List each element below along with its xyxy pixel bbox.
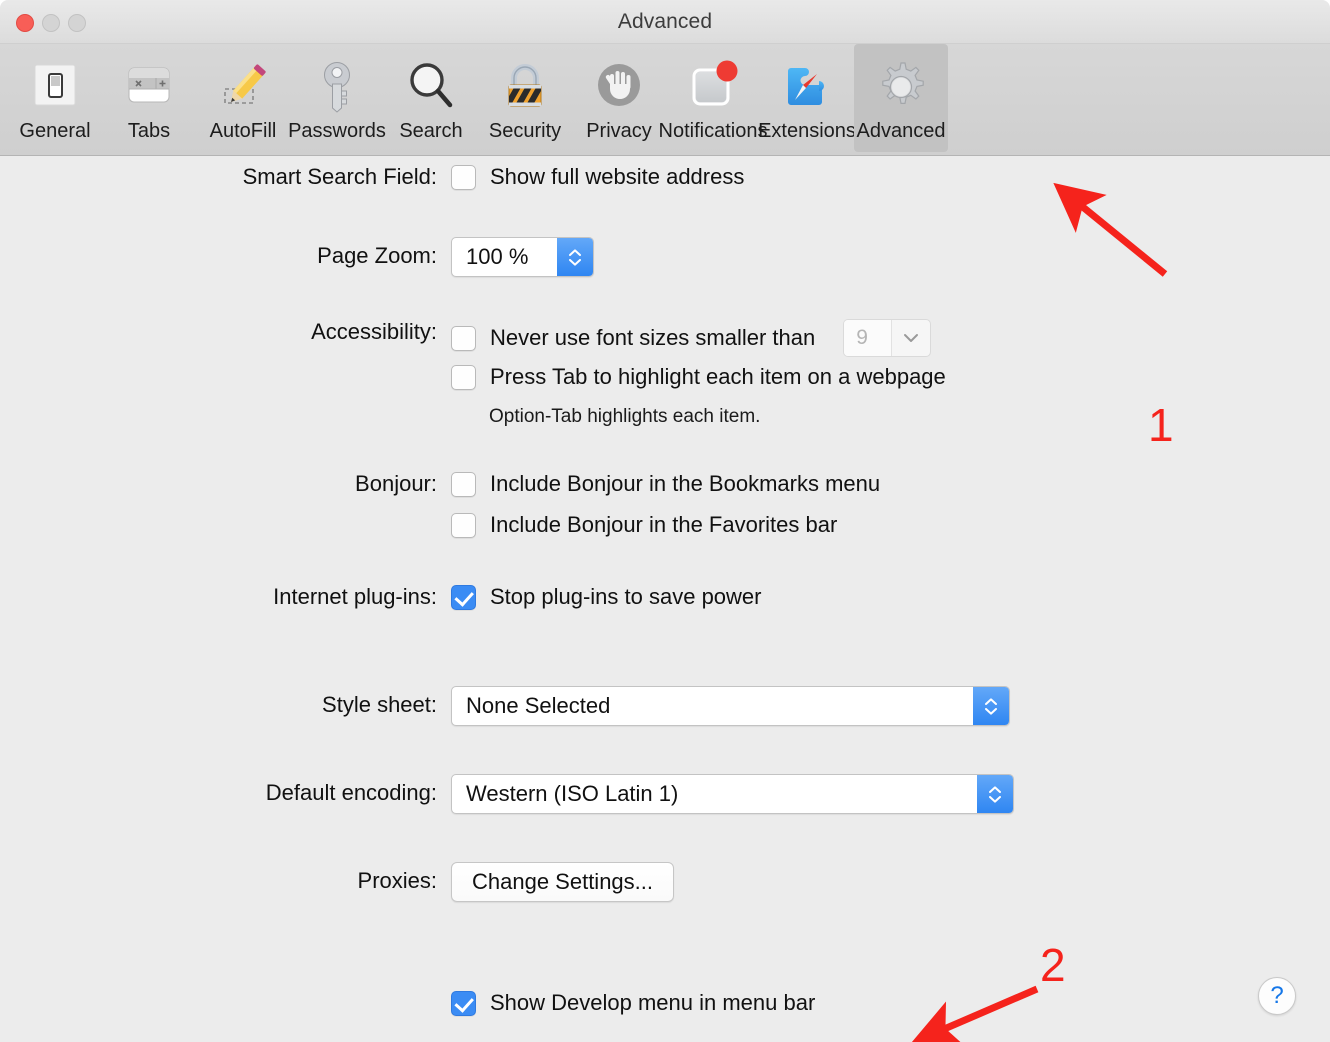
default-encoding-value: Western (ISO Latin 1)	[466, 781, 679, 806]
min-font-size-combobox[interactable]: 9	[843, 319, 932, 357]
toolbar-tab-tabs[interactable]: Tabs	[102, 44, 196, 152]
toolbar-tab-label: Tabs	[127, 120, 171, 142]
toolbar-tab-label: Notifications	[658, 120, 768, 142]
tabs-icon	[117, 56, 181, 118]
stop-plugins-to-save-power-label: Stop plug-ins to save power	[490, 584, 762, 609]
toolbar-tab-security[interactable]: Security	[478, 44, 572, 152]
accessibility-label-wrap: Accessibility:	[0, 319, 437, 345]
toolbar-tab-label: Search	[399, 120, 463, 142]
bonjour-label: Bonjour:	[355, 471, 437, 496]
page-zoom-value: 100 %	[466, 244, 529, 269]
stop-plugins-to-save-power-checkbox[interactable]	[451, 584, 476, 610]
toolbar-tab-label: AutoFill	[209, 120, 277, 142]
default-encoding-popup-arrows[interactable]	[977, 775, 1013, 813]
annotation-number-2: 2	[1040, 939, 1066, 991]
search-magnifier-icon	[399, 56, 463, 118]
accessibility-label: Accessibility:	[311, 319, 437, 344]
show-develop-menu-label: Show Develop menu in menu bar	[490, 990, 816, 1015]
passwords-key-icon	[305, 56, 369, 118]
toolbar-tab-extensions[interactable]: Extensions	[758, 44, 856, 152]
toolbar-tab-general[interactable]: General	[8, 44, 102, 152]
default-encoding-label-wrap: Default encoding:	[0, 780, 437, 806]
chevron-down-icon	[989, 795, 1001, 803]
press-tab-to-highlight-checkbox[interactable]	[451, 364, 476, 390]
chevron-up-icon	[985, 697, 997, 705]
toolbar-tab-label: Advanced	[856, 120, 946, 142]
proxies-label: Proxies:	[357, 868, 437, 893]
chevron-down-icon	[569, 258, 581, 266]
help-button[interactable]: ?	[1258, 977, 1296, 1015]
page-zoom-popup-button[interactable]: 100 %	[451, 237, 594, 277]
include-bonjour-bookmarks-label: Include Bonjour in the Bookmarks menu	[490, 471, 881, 496]
style-sheet-label: Style sheet:	[322, 692, 437, 717]
change-settings-button[interactable]: Change Settings...	[451, 862, 675, 902]
include-bonjour-favorites-checkbox[interactable]	[451, 512, 476, 538]
toolbar-tab-passwords[interactable]: Passwords	[288, 44, 386, 152]
privacy-hand-icon	[587, 56, 651, 118]
smart-search-field-control: Show full website address	[451, 164, 744, 190]
window-titlebar: Advanced	[0, 0, 1330, 44]
accessibility-hint: Option-Tab highlights each item.	[489, 406, 761, 427]
smart-search-field-label: Smart Search Field:	[242, 164, 437, 189]
advanced-gear-icon	[869, 56, 933, 118]
toolbar-tab-advanced[interactable]: Advanced	[854, 44, 948, 152]
press-tab-to-highlight-label: Press Tab to highlight each item on a we…	[490, 364, 946, 389]
annotation-arrow-1	[1053, 182, 1168, 277]
help-button-glyph: ?	[1270, 982, 1284, 1009]
min-font-size-value: 9	[844, 320, 893, 356]
smart-search-field-label-wrap: Smart Search Field:	[0, 164, 437, 190]
internet-plugins-label-wrap: Internet plug-ins:	[0, 584, 437, 610]
show-full-website-address-checkbox[interactable]	[451, 164, 476, 190]
show-develop-menu-checkbox[interactable]	[451, 990, 476, 1016]
proxies-label-wrap: Proxies:	[0, 868, 437, 894]
toolbar-tab-privacy[interactable]: Privacy	[572, 44, 666, 152]
page-zoom-stepper-arrows[interactable]	[557, 238, 593, 276]
include-bonjour-bookmarks-checkbox[interactable]	[451, 471, 476, 497]
window-title: Advanced	[617, 10, 713, 33]
toolbar-tab-label: Security	[488, 120, 562, 142]
bonjour-bookmarks-row: Include Bonjour in the Bookmarks menu	[451, 471, 880, 497]
toolbar-tab-notifications[interactable]: Notifications	[659, 44, 767, 152]
preferences-toolbar: General Tabs AutoFill Passwords Search S…	[0, 44, 1330, 156]
bonjour-favorites-row: Include Bonjour in the Favorites bar	[451, 512, 837, 538]
internet-plugins-control: Stop plug-ins to save power	[451, 584, 762, 610]
never-use-font-sizes-smaller-than-label: Never use font sizes smaller than	[490, 325, 816, 350]
change-settings-button-label: Change Settings...	[472, 869, 654, 894]
chevron-up-icon	[989, 785, 1001, 793]
autofill-pencil-icon	[211, 56, 275, 118]
advanced-settings-pane: Smart Search Field: Show full website ad…	[0, 156, 1330, 1042]
page-zoom-label: Page Zoom:	[317, 243, 437, 268]
chevron-up-icon	[569, 248, 581, 256]
default-encoding-popup-button[interactable]: Western (ISO Latin 1)	[451, 774, 1014, 814]
toolbar-tab-label: Privacy	[586, 120, 652, 142]
chevron-down-icon	[892, 320, 930, 356]
security-lock-icon	[493, 56, 557, 118]
toolbar-tab-autofill[interactable]: AutoFill	[196, 44, 290, 152]
notifications-badge-icon	[681, 56, 745, 118]
min-font-size-row: Never use font sizes smaller than 9	[451, 319, 932, 357]
bonjour-label-wrap: Bonjour:	[0, 471, 437, 497]
chevron-down-icon	[985, 707, 997, 715]
internet-plugins-label: Internet plug-ins:	[273, 584, 437, 609]
style-sheet-popup-arrows[interactable]	[973, 687, 1009, 725]
include-bonjour-favorites-label: Include Bonjour in the Favorites bar	[490, 512, 838, 537]
default-encoding-label: Default encoding:	[265, 780, 437, 805]
annotation-number-1: 1	[1148, 399, 1174, 451]
toolbar-tab-label: Passwords	[288, 120, 386, 142]
develop-menu-row: Show Develop menu in menu bar	[451, 990, 815, 1016]
tab-highlight-row: Press Tab to highlight each item on a we…	[451, 364, 946, 390]
safari-preferences-window: Advanced General Tabs AutoFill Passwords…	[0, 0, 1330, 1042]
accessibility-hint-wrap: Option-Tab highlights each item.	[489, 406, 760, 428]
show-full-website-address-label: Show full website address	[490, 164, 745, 189]
style-sheet-label-wrap: Style sheet:	[0, 692, 437, 718]
never-use-font-sizes-smaller-than-checkbox[interactable]	[451, 325, 476, 351]
page-zoom-label-wrap: Page Zoom:	[0, 243, 437, 269]
general-switch-icon	[23, 56, 87, 118]
style-sheet-popup-button[interactable]: None Selected	[451, 686, 1010, 726]
extensions-puzzle-compass-icon	[775, 56, 839, 118]
toolbar-tab-label: Extensions	[758, 120, 856, 142]
toolbar-tab-search[interactable]: Search	[384, 44, 478, 152]
style-sheet-value: None Selected	[466, 693, 611, 718]
toolbar-tab-label: General	[19, 120, 91, 142]
